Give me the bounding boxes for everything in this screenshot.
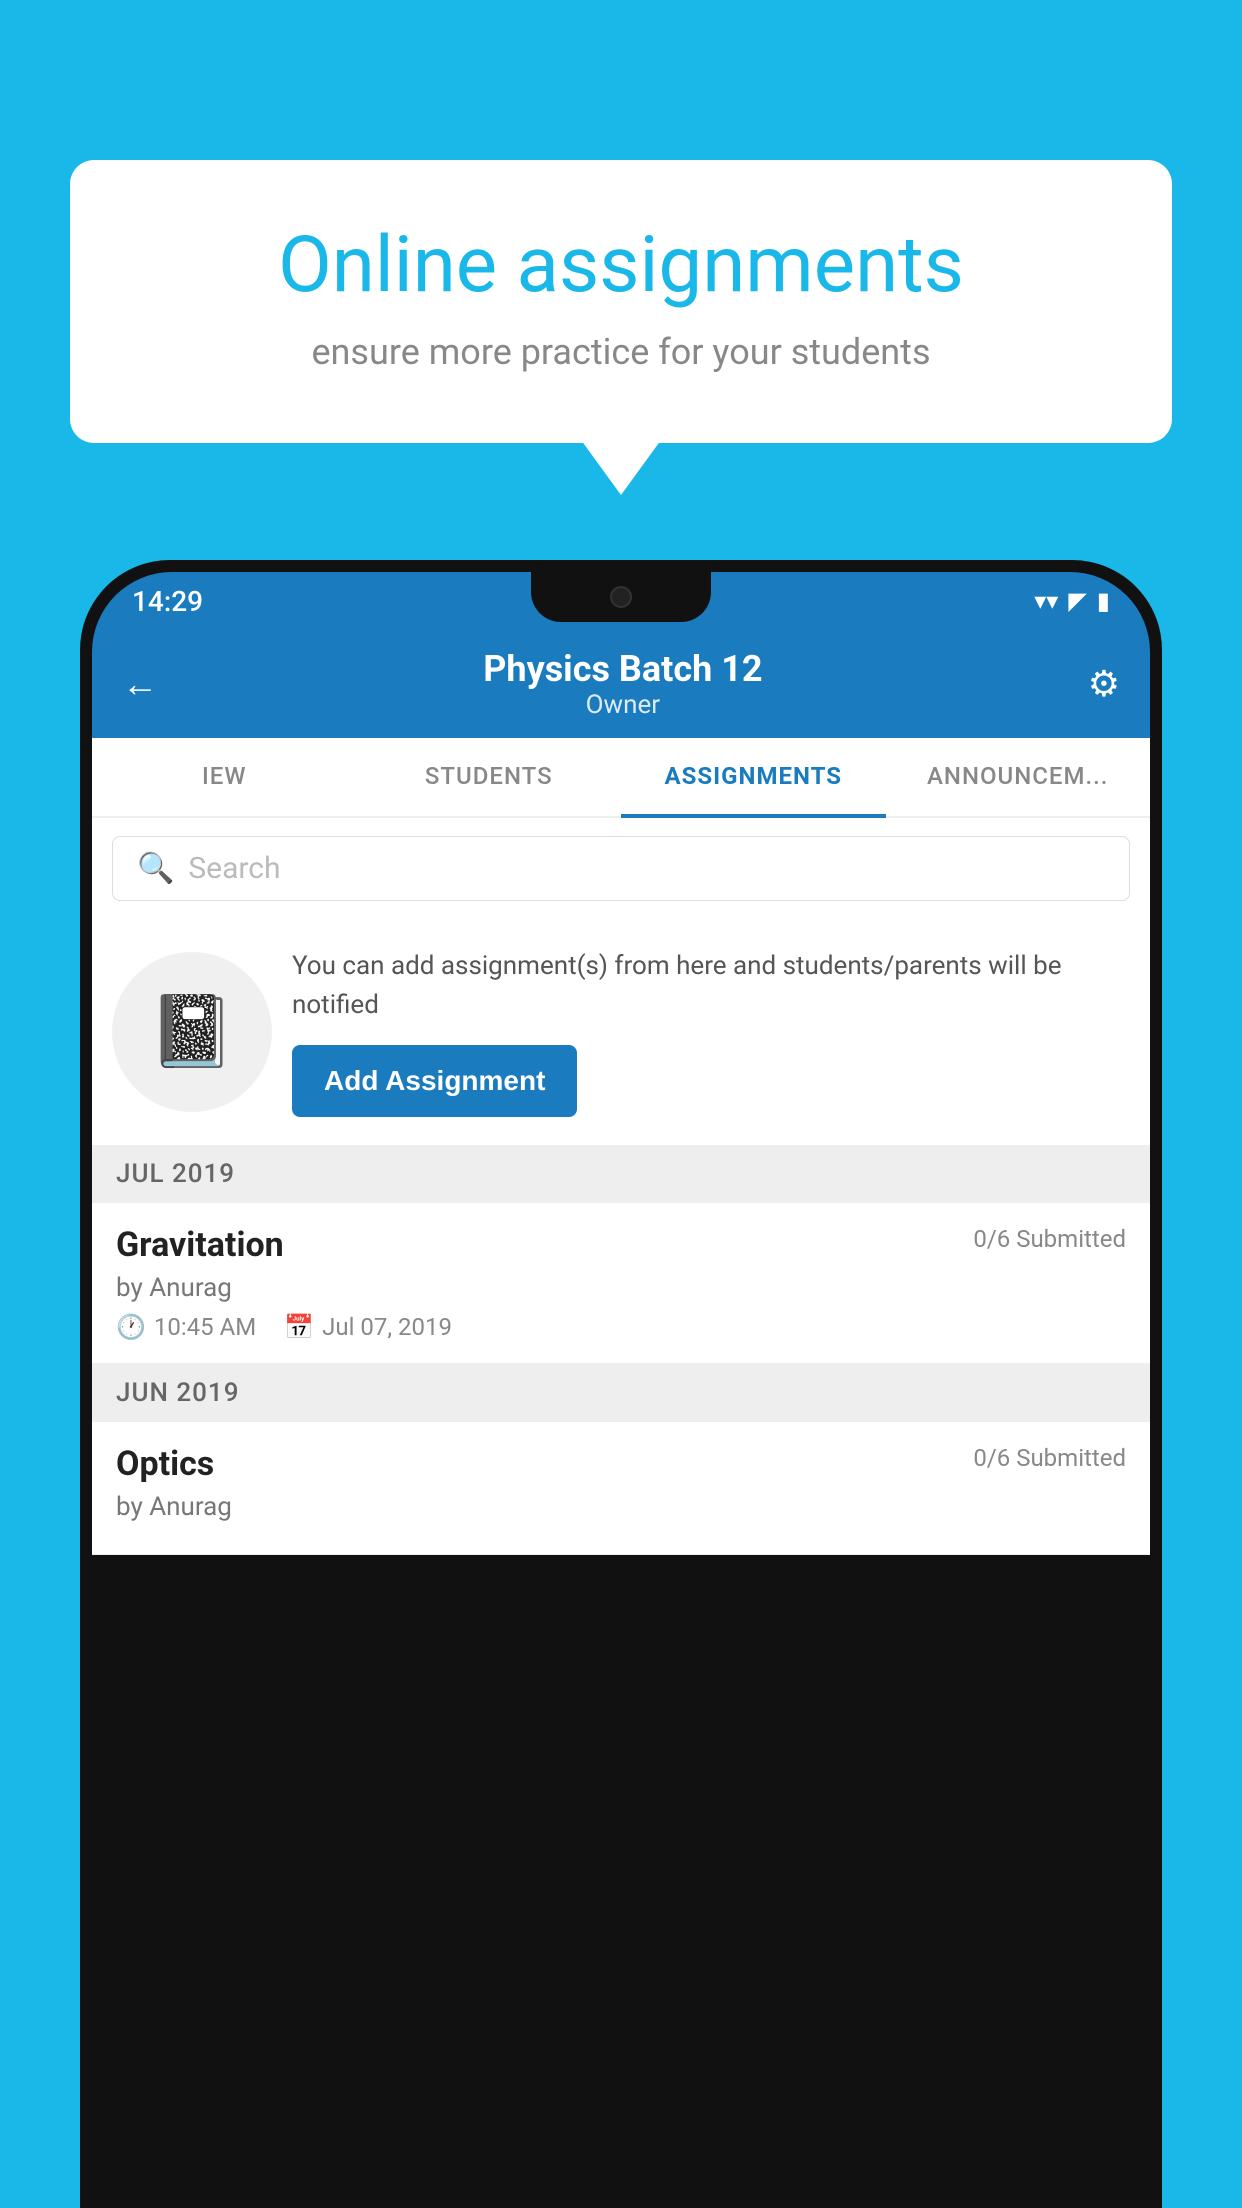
assignment-item-optics[interactable]: Optics 0/6 Submitted by Anurag xyxy=(92,1422,1150,1555)
phone-notch xyxy=(531,572,711,622)
assignment-time: 10:45 AM xyxy=(154,1313,256,1341)
calendar-icon: 📅 xyxy=(284,1313,314,1341)
header-center: Physics Batch 12 Owner xyxy=(483,648,762,720)
search-container: 🔍 Search xyxy=(92,818,1150,919)
tab-students[interactable]: STUDENTS xyxy=(357,738,622,816)
tab-iew[interactable]: IEW xyxy=(92,738,357,816)
assignment-submitted-optics: 0/6 Submitted xyxy=(973,1444,1126,1472)
phone-frame: 14:29 ▾▾ ◤ ▮ ← Physics Batch 12 Owner ⚙ … xyxy=(80,560,1162,2208)
tabs-bar: IEW STUDENTS ASSIGNMENTS ANNOUNCEM... xyxy=(92,738,1150,818)
camera-icon xyxy=(610,586,632,608)
section-header-jun: JUN 2019 xyxy=(92,1364,1150,1422)
tab-assignments[interactable]: ASSIGNMENTS xyxy=(621,738,886,818)
header-subtitle: Owner xyxy=(483,690,762,720)
search-icon: 🔍 xyxy=(137,851,174,886)
assignment-name-optics: Optics xyxy=(116,1444,214,1484)
screen-content: 🔍 Search 📓 You can add assignment(s) fro… xyxy=(92,818,1150,1555)
assignment-date: Jul 07, 2019 xyxy=(322,1313,452,1341)
wifi-icon: ▾▾ xyxy=(1034,587,1058,615)
assignment-top-optics: Optics 0/6 Submitted xyxy=(116,1444,1126,1484)
bubble-title: Online assignments xyxy=(140,220,1102,311)
search-placeholder: Search xyxy=(188,851,280,886)
promo-icon-circle: 📓 xyxy=(112,952,272,1112)
battery-icon: ▮ xyxy=(1097,587,1110,615)
signal-icon: ◤ xyxy=(1068,587,1086,615)
add-assignment-button[interactable]: Add Assignment xyxy=(292,1045,577,1117)
status-icons: ▾▾ ◤ ▮ xyxy=(1034,587,1110,615)
header-title: Physics Batch 12 xyxy=(483,648,762,690)
settings-icon[interactable]: ⚙ xyxy=(1088,663,1120,705)
back-button[interactable]: ← xyxy=(122,663,158,705)
clock-icon: 🕐 xyxy=(116,1313,146,1341)
assignment-top: Gravitation 0/6 Submitted xyxy=(116,1225,1126,1265)
promo-section: 📓 You can add assignment(s) from here an… xyxy=(92,919,1150,1145)
status-time: 14:29 xyxy=(132,585,203,618)
meta-date: 📅 Jul 07, 2019 xyxy=(284,1313,452,1341)
promo-text-area: You can add assignment(s) from here and … xyxy=(292,947,1130,1117)
bubble-subtitle: ensure more practice for your students xyxy=(140,331,1102,373)
promo-description: You can add assignment(s) from here and … xyxy=(292,947,1130,1025)
meta-time: 🕐 10:45 AM xyxy=(116,1313,256,1341)
assignment-by-optics: by Anurag xyxy=(116,1492,1126,1522)
assignment-submitted: 0/6 Submitted xyxy=(973,1225,1126,1253)
assignment-meta: 🕐 10:45 AM 📅 Jul 07, 2019 xyxy=(116,1313,1126,1341)
speech-bubble: Online assignments ensure more practice … xyxy=(70,160,1172,443)
section-header-jul: JUL 2019 xyxy=(92,1145,1150,1203)
speech-bubble-container: Online assignments ensure more practice … xyxy=(70,160,1172,443)
notebook-icon: 📓 xyxy=(148,991,235,1073)
search-bar[interactable]: 🔍 Search xyxy=(112,836,1130,901)
app-header: ← Physics Batch 12 Owner ⚙ xyxy=(92,630,1150,738)
tab-announcements[interactable]: ANNOUNCEM... xyxy=(886,738,1151,816)
assignment-by: by Anurag xyxy=(116,1273,1126,1303)
phone-inner: 14:29 ▾▾ ◤ ▮ ← Physics Batch 12 Owner ⚙ … xyxy=(92,572,1150,2208)
assignment-item-gravitation[interactable]: Gravitation 0/6 Submitted by Anurag 🕐 10… xyxy=(92,1203,1150,1364)
assignment-name: Gravitation xyxy=(116,1225,284,1265)
